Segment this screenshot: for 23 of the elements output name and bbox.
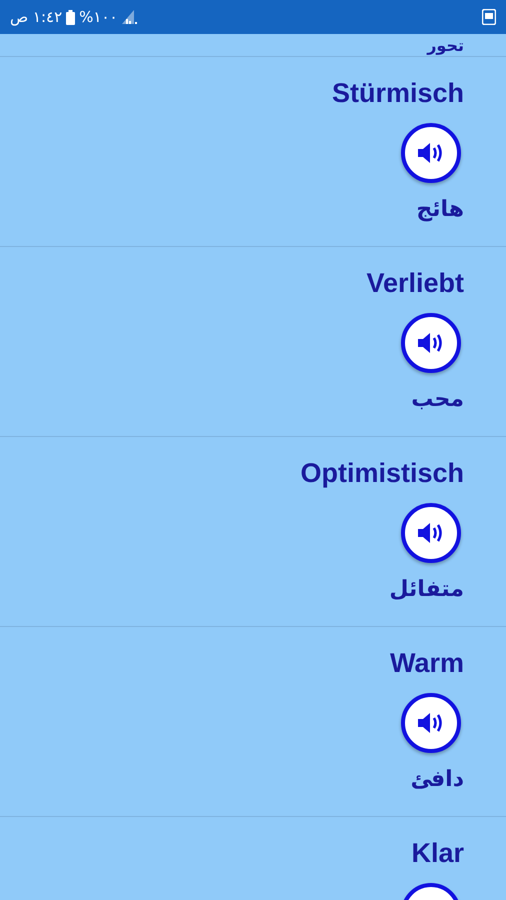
speaker-icon xyxy=(417,332,445,354)
word-text: Optimistisch xyxy=(300,457,464,490)
play-audio-button[interactable] xyxy=(401,503,461,563)
speaker-icon xyxy=(417,522,445,544)
battery-level: %١٠٠ xyxy=(79,8,118,26)
word-text: Warm xyxy=(390,647,464,680)
play-audio-button[interactable] xyxy=(401,123,461,183)
word-text: Verliebt xyxy=(366,267,464,300)
battery-icon xyxy=(66,10,76,24)
signal-icon xyxy=(122,10,138,24)
word-text: Stürmisch xyxy=(332,77,464,110)
play-audio-button[interactable] xyxy=(401,313,461,373)
translation-text: هائج xyxy=(416,197,464,222)
translation-text: دافئ xyxy=(410,767,464,792)
translation-text: تحور xyxy=(427,36,464,56)
speaker-icon xyxy=(417,712,445,734)
clock: ١:٤٢ ص xyxy=(10,8,62,26)
translation-text: محب xyxy=(411,387,464,412)
speaker-icon xyxy=(417,142,445,164)
word-text: Klar xyxy=(411,837,464,870)
translation-text: متفائل xyxy=(389,577,464,602)
image-icon xyxy=(482,9,496,25)
play-audio-button[interactable] xyxy=(401,693,461,753)
